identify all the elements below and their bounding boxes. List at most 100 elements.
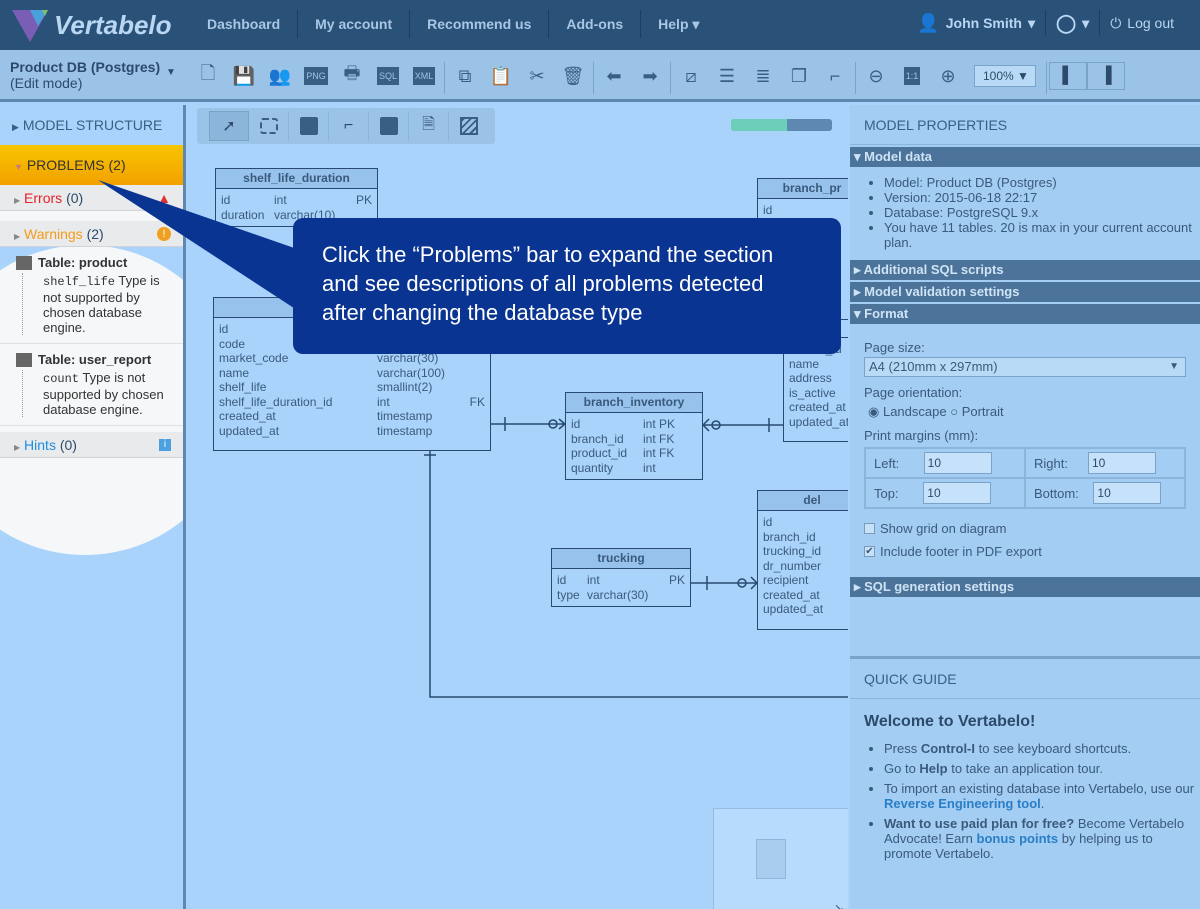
er-table[interactable]: branch_inventory id int PK branch_id int FK p…	[565, 392, 703, 480]
layout-left-panel-button[interactable]: ▌	[1049, 62, 1087, 90]
save-button[interactable]: 💾	[226, 62, 262, 90]
show-grid-checkbox[interactable]: Show grid on diagram	[864, 521, 1186, 536]
model-data-label: Model data	[864, 149, 933, 164]
left-margin-input[interactable]	[923, 452, 992, 474]
column-name: id	[221, 193, 231, 207]
share-button[interactable]: 👥	[262, 62, 298, 90]
feedback-button[interactable]: ◯ ▾	[1046, 10, 1101, 36]
resize-arrow-icon[interactable]: ↘	[834, 901, 844, 909]
model-structure-header[interactable]: ▶ MODEL STRUCTURE	[0, 105, 183, 145]
er-table-name: shelf_life_duration	[216, 169, 377, 189]
top-margin-input[interactable]	[923, 482, 992, 504]
hints-section[interactable]: ▶ Hints (0) i	[0, 432, 183, 458]
errors-section[interactable]: ▶ Errors (0) ▲	[0, 185, 183, 211]
er-column: updated_at	[763, 602, 848, 617]
landscape-radio[interactable]: ◉	[868, 404, 879, 419]
redo-button[interactable]: ➡	[632, 62, 668, 90]
xml-export-button[interactable]: XML	[406, 62, 442, 90]
copy-button[interactable]: ⧉	[447, 62, 483, 90]
column-name: trucking_id	[763, 544, 822, 558]
connector-button[interactable]: ⌐	[817, 62, 853, 90]
chevron-right-icon: ▶	[14, 196, 21, 205]
guide-text: Go to	[884, 761, 920, 776]
landscape-label: Landscape	[882, 404, 947, 419]
checkbox[interactable]: ✔	[864, 546, 875, 557]
cut-button[interactable]: ✂	[519, 62, 555, 90]
column-name: product_id	[571, 446, 628, 460]
portrait-radio[interactable]: ○	[950, 404, 958, 419]
er-column: is_active	[789, 386, 848, 401]
logout-button[interactable]: ⏻ Log out	[1100, 10, 1184, 36]
user-menu[interactable]: 👤 John Smith ▾	[907, 10, 1047, 36]
zoom-in-button[interactable]: ⊕	[930, 62, 966, 90]
column-type: smallint(2)	[377, 380, 433, 394]
issue-item[interactable]: Table: product shelf_life Type is not sup…	[0, 247, 183, 344]
er-table[interactable]: trucking id int PK type varchar(30)	[551, 548, 691, 607]
column-type: timestamp	[377, 423, 433, 438]
undo-button[interactable]: ⬅	[596, 62, 632, 90]
er-column: created_at timestamp	[219, 409, 485, 424]
zoom-out-button[interactable]: ⊖	[858, 62, 894, 90]
line-button[interactable]: ⧄	[673, 62, 709, 90]
model-name: Product DB (Postgres)	[10, 59, 161, 75]
column-name: id	[763, 203, 773, 217]
nav-dashboard[interactable]: Dashboard	[190, 10, 299, 38]
column-name: duration	[221, 207, 265, 222]
main-nav: Dashboard My account Recommend us Add-on…	[190, 10, 716, 38]
column-name: recipient	[763, 573, 809, 587]
margins-label: Print margins (mm):	[864, 428, 979, 443]
zoom-select[interactable]: 100% ▼	[974, 65, 1036, 87]
er-column: id	[763, 515, 848, 530]
align-button[interactable]: ☰	[709, 62, 745, 90]
additional-sql-section[interactable]: ▸ Additional SQL scripts	[850, 260, 1200, 280]
delete-button[interactable]: 🗑	[555, 62, 591, 90]
minimap[interactable]: ↘	[713, 808, 848, 909]
sql-export-button[interactable]: SQL	[370, 62, 406, 90]
chevron-down-icon: ▾	[1027, 15, 1036, 31]
model-selector[interactable]: Product DB (Postgres) (Edit mode) ▼	[10, 59, 176, 91]
layout-right-panel-button[interactable]: ▐	[1087, 62, 1125, 90]
warnings-label: Warnings	[24, 226, 83, 242]
guide-link[interactable]: Reverse Engineering tool	[884, 796, 1041, 811]
validation-settings-section[interactable]: ▸ Model validation settings	[850, 282, 1200, 302]
undo-icon: ⬅	[606, 65, 622, 86]
print-icon: 🖶	[343, 63, 361, 83]
er-column: updated_at	[789, 415, 848, 430]
nav-help[interactable]: Help ▾	[641, 10, 716, 38]
guide-link[interactable]: bonus points	[977, 831, 1059, 846]
power-icon: ⏻	[1110, 15, 1122, 31]
model-info-item: Model: Product DB (Postgres)	[884, 175, 1200, 190]
warnings-section[interactable]: ▶ Warnings (2)!	[0, 221, 183, 247]
png-export-button[interactable]: PNG	[298, 62, 334, 90]
format-section[interactable]: ▾ Format	[850, 304, 1200, 324]
column-name: updated_at	[763, 602, 824, 616]
issue-item[interactable]: Table: user_report count Type is not supp…	[0, 344, 183, 426]
sql-generation-section[interactable]: ▸ SQL generation settings	[850, 577, 1200, 597]
format-body: Page size: A4 (210mm x 297mm) ▼ Page orie…	[850, 324, 1200, 577]
checkbox[interactable]	[864, 523, 875, 534]
paste-button[interactable]: 📋	[483, 62, 519, 90]
right-margin-input[interactable]	[1087, 452, 1156, 474]
distribute-button[interactable]: ≣	[745, 62, 781, 90]
problems-bar[interactable]: ▼ PROBLEMS (2)	[0, 145, 183, 185]
new-document-button[interactable]: 🗋	[190, 62, 226, 90]
png-export-icon: PNG	[304, 67, 328, 85]
er-table[interactable]: del id branch_id trucking_id dr_number recipi…	[757, 490, 848, 630]
footer-checkbox[interactable]: ✔ Include footer in PDF export	[864, 544, 1186, 559]
nav-my-account[interactable]: My account	[298, 10, 411, 38]
right-panel-icon: ▐	[1100, 67, 1112, 84]
guide-emphasis: Help	[919, 761, 948, 776]
actual-size-button[interactable]: 1:1	[894, 62, 930, 90]
model-data-section[interactable]: ▾ Model data	[850, 147, 1200, 167]
page-size-select[interactable]: A4 (210mm x 297mm) ▼	[864, 357, 1186, 377]
nav-add-ons[interactable]: Add-ons	[549, 10, 642, 38]
er-table-rows: id branch_id trucking_id dr_number recipient…	[758, 511, 848, 629]
column-type	[808, 573, 848, 588]
column-name: created_at	[763, 587, 820, 602]
guide-text: .	[1040, 796, 1045, 811]
arrange-button[interactable]: ❐	[781, 62, 817, 90]
bottom-margin-input[interactable]	[1093, 482, 1162, 504]
print-button[interactable]: 🖶	[334, 62, 370, 90]
logo[interactable]: Vertabelo	[10, 6, 172, 44]
nav-recommend-us[interactable]: Recommend us	[410, 10, 550, 38]
